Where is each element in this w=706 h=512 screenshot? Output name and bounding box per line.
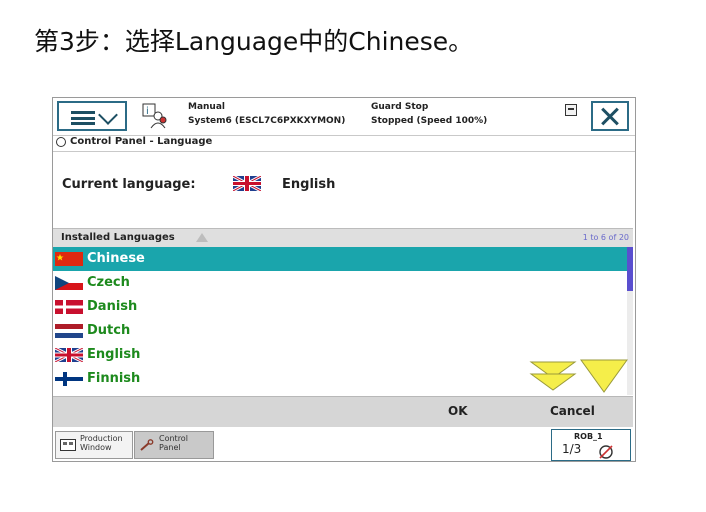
quickset-robot-button[interactable]: ROB_1 1/3: [551, 429, 631, 461]
current-language-value: English: [282, 177, 336, 192]
current-language-label: Current language:: [62, 177, 196, 192]
flag-finland-icon: [55, 372, 83, 386]
list-header-title: Installed Languages: [61, 232, 175, 243]
list-item-chinese[interactable]: Chinese: [53, 247, 627, 271]
top-status-bar: i Manual System6 (ESCL7C6PXKXYMON) Guard…: [53, 98, 635, 136]
flag-netherlands-icon: [55, 324, 83, 338]
cancel-button[interactable]: Cancel: [550, 404, 595, 418]
user-info-icon[interactable]: i: [141, 102, 169, 130]
ok-button[interactable]: OK: [448, 404, 468, 418]
hamburger-icon: [71, 111, 95, 125]
list-count: 1 to 6 of 20: [582, 233, 629, 242]
flexpendant-screen: i Manual System6 (ESCL7C6PXKXYMON) Guard…: [52, 97, 636, 462]
run-state: Stopped (Speed 100%): [371, 116, 488, 126]
task-production-window[interactable]: Production Window: [55, 431, 133, 459]
list-item-dutch[interactable]: Dutch: [53, 319, 627, 343]
breadcrumb: Control Panel - Language: [53, 135, 635, 152]
flag-denmark-icon: [55, 300, 83, 314]
task-label-line2: Panel: [159, 443, 181, 452]
wrench-icon: [140, 439, 154, 451]
robot-label: ROB_1: [574, 432, 603, 441]
scroll-down-icon[interactable]: [580, 359, 628, 393]
flag-czech-icon: [55, 276, 83, 290]
task-label-line2: Window: [80, 443, 112, 452]
list-item-label: Dutch: [87, 323, 131, 338]
list-item-czech[interactable]: Czech: [53, 271, 627, 295]
list-item-label: Danish: [87, 299, 138, 314]
list-header[interactable]: Installed Languages 1 to 6 of 20: [53, 228, 633, 248]
page-down-icon[interactable]: [529, 361, 577, 391]
breadcrumb-text: Control Panel - Language: [70, 136, 213, 147]
main-menu-button[interactable]: [57, 101, 127, 131]
task-label-line1: Control: [159, 434, 188, 443]
robot-status-icon: [599, 445, 613, 459]
action-bar: OK Cancel: [53, 396, 633, 427]
operating-mode: Manual: [188, 102, 226, 112]
scrollbar-thumb[interactable]: [627, 247, 633, 291]
sort-ascending-icon[interactable]: [196, 233, 208, 242]
list-item-label: English: [87, 347, 141, 362]
task-label-line1: Production: [80, 434, 123, 443]
task-control-panel[interactable]: Control Panel: [134, 431, 214, 459]
flag-uk-icon: [233, 176, 261, 191]
slide-title: 第3步：选择Language中的Chinese。: [34, 27, 474, 56]
flag-uk-icon: [55, 348, 83, 362]
svg-text:i: i: [146, 106, 149, 117]
system-name: System6 (ESCL7C6PXKXYMON): [188, 116, 346, 126]
list-item-label: Finnish: [87, 371, 141, 386]
robot-fraction: 1/3: [562, 442, 582, 456]
list-item-label: Chinese: [87, 251, 145, 266]
control-panel-icon: [56, 137, 66, 147]
list-item-label: Czech: [87, 275, 130, 290]
chevron-down-icon: [98, 105, 118, 125]
flag-china-icon: [55, 252, 83, 266]
production-window-icon: [60, 439, 76, 451]
task-bar: Production Window Control Panel ROB_1 1/…: [53, 427, 635, 461]
list-item-danish[interactable]: Danish: [53, 295, 627, 319]
safety-state: Guard Stop: [371, 102, 429, 112]
minimize-icon[interactable]: [565, 104, 577, 116]
close-button[interactable]: [591, 101, 629, 131]
scroll-down-buttons[interactable]: [529, 358, 629, 396]
